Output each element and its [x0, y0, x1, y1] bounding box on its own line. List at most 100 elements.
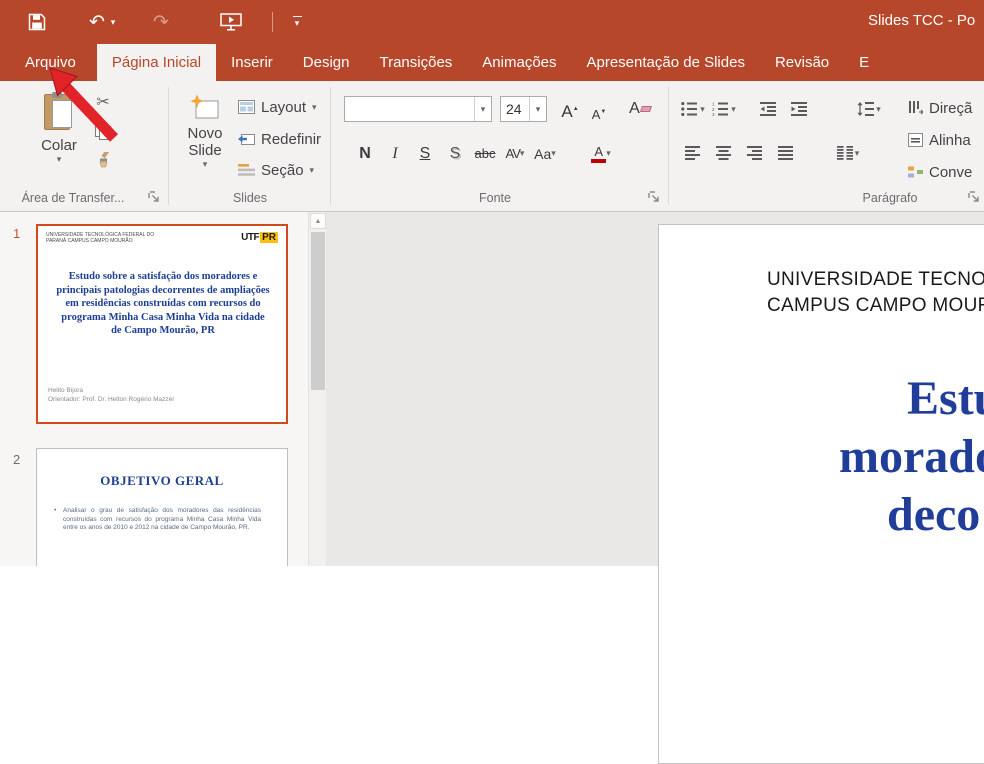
decrease-font-size-glyph: A: [591, 107, 601, 122]
paste-button[interactable]: Colar ▾: [30, 88, 88, 186]
dialog-launcher-icon: [148, 191, 159, 202]
chevron-down-icon: ▾: [294, 17, 300, 28]
slide-thumbnail-panel: 1 UNIVERSIDADE TECNOLÓGICA FEDERAL DO PA…: [0, 212, 308, 566]
bullets-button[interactable]: ▾: [680, 96, 706, 122]
scroll-up-button[interactable]: ▲: [310, 213, 326, 229]
down-caret-icon: ▼: [600, 109, 607, 115]
font-group-label: Fonte: [479, 191, 511, 205]
new-slide-label-line2: Slide: [188, 142, 222, 159]
copy-button[interactable]: [90, 120, 116, 142]
reset-slide-button[interactable]: Redefinir: [238, 126, 321, 152]
start-presentation-button[interactable]: [216, 7, 246, 37]
increase-font-size-glyph: A: [561, 102, 573, 121]
slide-header-line2[interactable]: CAMPUS CAMPO MOUR: [767, 295, 984, 317]
align-right-button[interactable]: [742, 140, 768, 166]
customize-qat-button[interactable]: ▾: [282, 7, 312, 37]
font-color-button[interactable]: A ▾: [588, 140, 614, 167]
tab-design[interactable]: Design: [288, 44, 365, 81]
section-button[interactable]: Seção ▾: [238, 157, 314, 183]
tab-revisao[interactable]: Revisão: [760, 44, 844, 81]
font-name-combobox[interactable]: ▾: [344, 96, 492, 122]
window-title: Slides TCC - Po: [868, 12, 976, 29]
bold-button[interactable]: N: [352, 140, 378, 167]
new-slide-label-line1: Novo: [187, 125, 223, 142]
columns-button[interactable]: ▾: [835, 140, 861, 166]
start-presentation-icon: [220, 13, 242, 31]
group-divider: [330, 87, 331, 205]
tab-inserir[interactable]: Inserir: [216, 44, 288, 81]
underline-button[interactable]: S: [412, 140, 438, 167]
font-size-combobox[interactable]: ▾: [500, 96, 547, 122]
align-left-icon: [685, 146, 700, 160]
cut-button[interactable]: ✂: [90, 91, 116, 113]
chevron-down-icon: ▾: [551, 148, 556, 158]
eraser-icon: [639, 106, 652, 112]
character-spacing-button[interactable]: AV ▾: [502, 140, 528, 167]
slide-1-author: Helito Bijora: [48, 387, 84, 394]
numbering-button[interactable]: 1 2 3 ▾: [711, 96, 737, 122]
slide-title-line3[interactable]: deco: [887, 487, 980, 542]
panel-scrollbar[interactable]: ▲: [308, 212, 326, 566]
character-spacing-glyph: AV: [505, 146, 521, 161]
tab-apresentacao-de-slides[interactable]: Apresentação de Slides: [572, 44, 760, 81]
clipboard-icon: [44, 92, 74, 132]
new-slide-button[interactable]: Novo Slide ▾: [176, 88, 234, 186]
slide-1-number: 1: [13, 226, 21, 241]
qat-separator: [272, 12, 273, 32]
slide-2-thumbnail[interactable]: OBJETIVO GERAL • Analisar o grau de sati…: [36, 448, 288, 566]
tab-animacoes[interactable]: Animações: [467, 44, 571, 81]
slide-title-line1[interactable]: Estu: [907, 371, 984, 426]
tab-arquivo[interactable]: Arquivo: [10, 44, 91, 81]
slide-header-line1[interactable]: UNIVERSIDADE TECNO: [767, 269, 984, 291]
font-dialog-launcher[interactable]: [648, 191, 661, 204]
tab-transicoes[interactable]: Transições: [364, 44, 467, 81]
save-button[interactable]: [22, 7, 52, 37]
layout-button[interactable]: Layout ▾: [238, 94, 317, 120]
clipboard-group-label: Área de Transfer...: [21, 191, 125, 205]
format-painter-button[interactable]: [90, 149, 116, 171]
text-direction-button[interactable]: Direçã: [908, 95, 972, 121]
font-name-input[interactable]: [345, 97, 474, 121]
chevron-down-icon: ▾: [480, 103, 486, 114]
align-text-button[interactable]: Alinha: [908, 127, 971, 153]
line-spacing-button[interactable]: ▾: [856, 96, 882, 122]
align-left-button[interactable]: [680, 140, 706, 166]
undo-dropdown-button[interactable]: ▾: [106, 7, 120, 37]
justify-button[interactable]: [773, 140, 799, 166]
decrease-font-size-button[interactable]: A ▼: [587, 96, 611, 122]
convert-smartart-button[interactable]: Conve: [908, 159, 972, 185]
slide-1-header-text: UNIVERSIDADE TECNOLÓGICA FEDERAL DO PARA…: [46, 232, 155, 244]
clipboard-dialog-launcher[interactable]: [148, 191, 161, 204]
font-size-input[interactable]: [501, 97, 529, 121]
reset-slide-label: Redefinir: [261, 130, 322, 148]
text-shadow-button[interactable]: S: [442, 140, 468, 167]
font-name-dropdown[interactable]: ▾: [474, 97, 491, 121]
tab-pagina-inicial[interactable]: Página Inicial: [96, 44, 217, 81]
redo-button[interactable]: ↷: [146, 7, 176, 37]
align-right-icon: [747, 146, 762, 160]
increase-indent-button[interactable]: [786, 96, 812, 122]
increase-indent-icon: [790, 102, 807, 116]
slide-canvas[interactable]: UNIVERSIDADE TECNO CAMPUS CAMPO MOUR Est…: [658, 224, 984, 764]
strikethrough-button[interactable]: abc: [472, 140, 498, 167]
align-center-icon: [716, 146, 731, 160]
slide-1-thumbnail[interactable]: UNIVERSIDADE TECNOLÓGICA FEDERAL DO PARA…: [36, 224, 288, 424]
line-spacing-icon: [857, 102, 875, 116]
slide-title-line2[interactable]: morador: [839, 429, 984, 484]
tab-exibir[interactable]: E: [844, 44, 884, 81]
decrease-indent-button[interactable]: [755, 96, 781, 122]
paragraph-dialog-launcher[interactable]: [968, 191, 981, 204]
chevron-down-icon: ▾: [309, 164, 315, 175]
change-case-button[interactable]: Aa ▾: [532, 140, 558, 167]
slide-editing-area[interactable]: UNIVERSIDADE TECNO CAMPUS CAMPO MOUR Est…: [326, 212, 984, 764]
reset-slide-icon: [238, 134, 255, 145]
justify-icon: [778, 146, 793, 160]
italic-button[interactable]: I: [382, 140, 408, 167]
increase-font-size-button[interactable]: A ▲: [557, 96, 583, 122]
scrollbar-thumb[interactable]: [311, 232, 325, 390]
clear-formatting-button[interactable]: A: [625, 96, 655, 122]
slide-1-advisor: Orientador: Prof. Dr. Helton Rogério Maz…: [48, 396, 175, 403]
font-size-dropdown[interactable]: ▾: [529, 97, 546, 121]
align-center-button[interactable]: [711, 140, 737, 166]
svg-text:1: 1: [712, 102, 715, 107]
